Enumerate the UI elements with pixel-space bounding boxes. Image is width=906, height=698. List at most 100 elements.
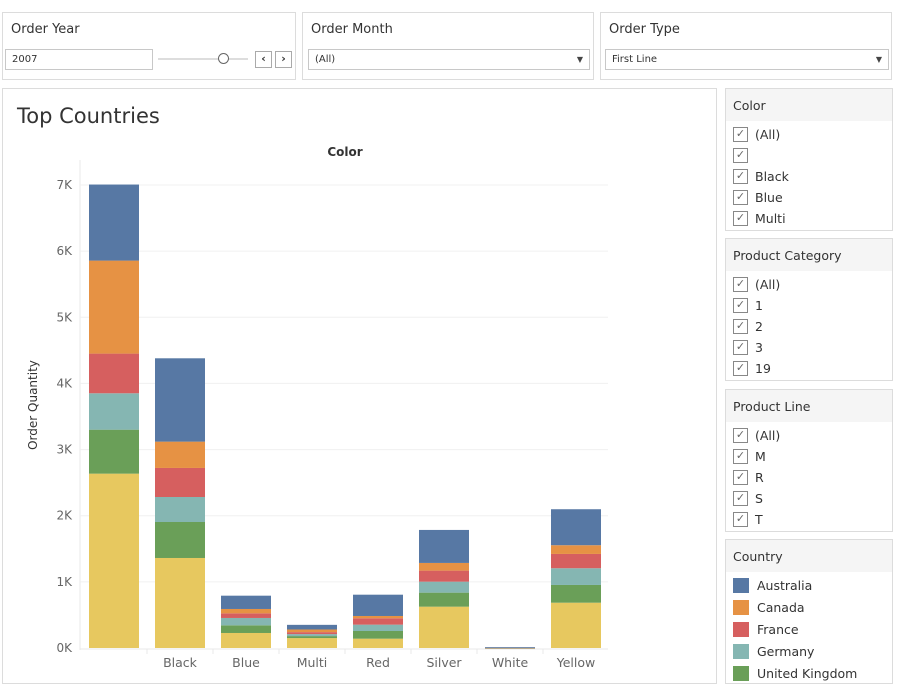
bar-segment: [419, 592, 469, 607]
option-label: S: [755, 491, 763, 506]
bar-segment: [353, 624, 403, 632]
bar-segment: [287, 629, 337, 633]
bar-segment: [353, 615, 403, 619]
legend-swatch: [733, 621, 749, 637]
line-option[interactable]: ✓ M: [726, 446, 892, 467]
y-tick-label: 0K: [56, 641, 73, 655]
legend-item[interactable]: France: [726, 618, 892, 640]
y-tick-label: 6K: [56, 244, 73, 258]
option-label: R: [755, 470, 764, 485]
country-legend-title: Country: [726, 540, 892, 572]
checkbox-checked-icon[interactable]: ✓: [733, 169, 748, 184]
checkbox-checked-icon[interactable]: ✓: [733, 340, 748, 355]
checkbox-checked-icon[interactable]: ✓: [733, 491, 748, 506]
bar-segment: [419, 581, 469, 593]
legend-label: Germany: [757, 643, 815, 659]
y-tick-label: 4K: [56, 376, 73, 390]
option-label: (All): [755, 277, 781, 292]
bar-segment: [89, 260, 139, 354]
y-tick-label: 5K: [56, 310, 73, 324]
checkbox-checked-icon[interactable]: ✓: [733, 211, 748, 226]
legend-item[interactable]: Canada: [726, 596, 892, 618]
bar-segment: [551, 602, 601, 648]
checkbox-checked-icon[interactable]: ✓: [733, 428, 748, 443]
checkbox-checked-icon[interactable]: ✓: [733, 190, 748, 205]
legend-item[interactable]: United Kingdom: [726, 662, 892, 684]
bar-segment: [551, 568, 601, 585]
legend-item[interactable]: Australia: [726, 574, 892, 596]
line-option[interactable]: ✓ S: [726, 488, 892, 509]
category-option[interactable]: ✓ 2: [726, 316, 892, 337]
option-label: (All): [755, 127, 781, 142]
checkbox-checked-icon[interactable]: ✓: [733, 148, 748, 163]
legend-label: Canada: [757, 599, 805, 615]
bar-segment: [551, 584, 601, 603]
bar-segment: [155, 521, 205, 558]
category-option[interactable]: ✓ 1: [726, 295, 892, 316]
legend-swatch: [733, 577, 749, 593]
legend-swatch: [733, 599, 749, 615]
option-label: Black: [755, 169, 789, 184]
line-option[interactable]: ✓ T: [726, 509, 892, 530]
bar-segment: [353, 638, 403, 648]
checkbox-checked-icon[interactable]: ✓: [733, 298, 748, 313]
y-tick-label: 2K: [56, 509, 73, 523]
legend-swatch: [733, 643, 749, 659]
bar-segment: [89, 473, 139, 648]
bar-segment: [221, 613, 271, 618]
product-category-filter: Product Category ✓ (All) ✓ 1 ✓ 2 ✓ 3 ✓ 19: [725, 238, 893, 381]
y-axis-title: Order Quantity: [26, 360, 40, 450]
line-option[interactable]: ✓ (All): [726, 425, 892, 446]
legend-swatch: [733, 665, 749, 681]
color-option[interactable]: ✓ (All): [726, 124, 892, 145]
x-tick-label: Black: [163, 655, 198, 670]
checkbox-checked-icon[interactable]: ✓: [733, 127, 748, 142]
bar-segment: [155, 496, 205, 522]
checkbox-checked-icon[interactable]: ✓: [733, 361, 748, 376]
bar-segment: [89, 353, 139, 394]
bar-segment: [89, 429, 139, 474]
option-label: Blue: [755, 190, 783, 205]
bar-segment: [287, 632, 337, 635]
bar-segment: [155, 358, 205, 442]
bar-segment: [419, 570, 469, 582]
bar-segment: [419, 606, 469, 648]
x-tick-label: Multi: [297, 655, 328, 670]
color-option[interactable]: ✓ Blue: [726, 187, 892, 208]
color-filter: Color ✓ (All) ✓ ✓ Black ✓ Blue ✓ Multi: [725, 88, 893, 231]
option-label: Multi: [755, 211, 786, 226]
option-label: 19: [755, 361, 771, 376]
category-option[interactable]: ✓ 19: [726, 358, 892, 379]
bar-segment: [221, 608, 271, 614]
category-option[interactable]: ✓ 3: [726, 337, 892, 358]
checkbox-checked-icon[interactable]: ✓: [733, 449, 748, 464]
color-option[interactable]: ✓: [726, 145, 892, 166]
option-label: M: [755, 449, 766, 464]
y-tick-label: 7K: [56, 178, 73, 192]
bar-segment: [287, 634, 337, 637]
color-option[interactable]: ✓ Multi: [726, 208, 892, 229]
color-option[interactable]: ✓ Black: [726, 166, 892, 187]
legend-label: Australia: [757, 577, 813, 593]
bar-segment: [221, 617, 271, 626]
x-tick-label: White: [492, 655, 529, 670]
bar-segment: [353, 631, 403, 639]
bar-segment: [155, 441, 205, 468]
line-option[interactable]: ✓ R: [726, 467, 892, 488]
checkbox-checked-icon[interactable]: ✓: [733, 512, 748, 527]
bar-segment: [551, 545, 601, 554]
y-tick-label: 3K: [56, 443, 73, 457]
option-label: T: [755, 512, 763, 527]
checkbox-checked-icon[interactable]: ✓: [733, 319, 748, 334]
bar-segment: [89, 184, 139, 261]
category-option[interactable]: ✓ (All): [726, 274, 892, 295]
bar-segment: [221, 625, 271, 633]
x-tick-label: Silver: [426, 655, 462, 670]
option-label: 1: [755, 298, 763, 313]
checkbox-checked-icon[interactable]: ✓: [733, 470, 748, 485]
bar-segment: [485, 647, 535, 649]
checkbox-checked-icon[interactable]: ✓: [733, 277, 748, 292]
bar-segment: [221, 632, 271, 648]
legend-item[interactable]: Germany: [726, 640, 892, 662]
y-tick-label: 1K: [56, 575, 73, 589]
